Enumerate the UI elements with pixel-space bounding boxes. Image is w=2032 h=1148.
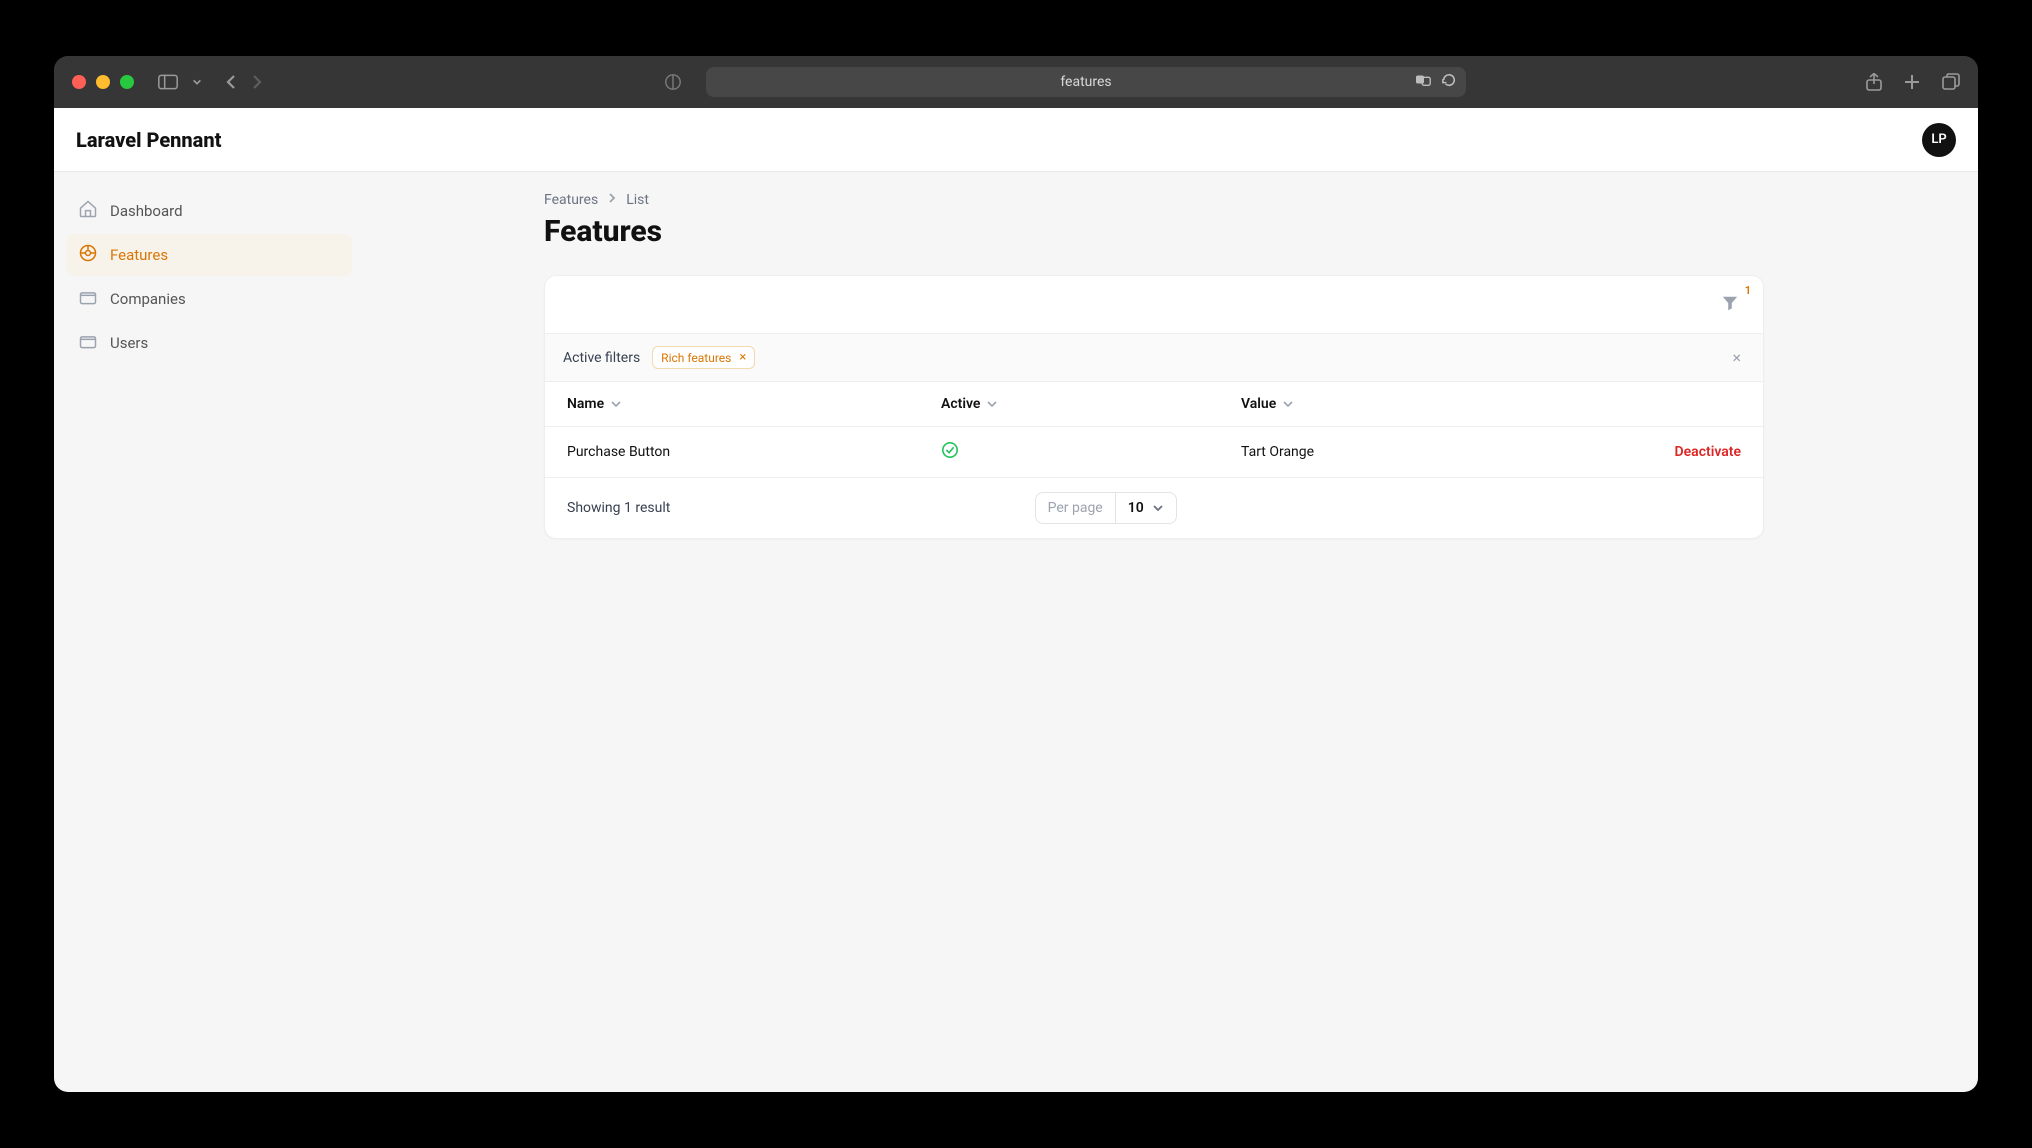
per-page-value[interactable]: 10 (1116, 493, 1176, 523)
filter-chip-rich-features[interactable]: Rich features × (652, 346, 755, 369)
main-content: Features List Features 1 Ac (364, 172, 1978, 1092)
check-circle-icon (941, 447, 959, 463)
sidebar: Dashboard Features Companies (54, 172, 364, 1092)
window-controls (72, 75, 134, 89)
column-header-name[interactable]: Name (567, 396, 941, 412)
cell-name[interactable]: Purchase Button (567, 444, 941, 460)
table-footer: Showing 1 result Per page 10 (545, 478, 1763, 538)
new-tab-icon[interactable] (1904, 74, 1920, 90)
tabs-overview-icon[interactable] (1942, 73, 1960, 91)
home-icon (78, 199, 98, 223)
column-label: Active (941, 396, 980, 412)
breadcrumb: Features List (544, 192, 1942, 208)
app-body: Dashboard Features Companies (54, 172, 1978, 1092)
per-page-selector: Per page 10 (1035, 492, 1177, 524)
browser-window: features (54, 56, 1978, 1092)
cell-active (941, 441, 1241, 463)
brand-title: Laravel Pennant (76, 128, 221, 152)
sidebar-item-dashboard[interactable]: Dashboard (66, 190, 352, 232)
forward-button[interactable] (250, 74, 264, 90)
sidebar-item-label: Companies (110, 290, 186, 308)
breadcrumb-root[interactable]: Features (544, 192, 598, 208)
result-count: Showing 1 result (567, 500, 670, 516)
sidebar-toggle-icon[interactable] (158, 74, 178, 90)
card-toolbar: 1 (545, 276, 1763, 334)
column-label: Value (1241, 396, 1276, 412)
close-window-button[interactable] (72, 75, 86, 89)
sidebar-item-label: Users (110, 334, 148, 352)
avatar[interactable]: LP (1922, 123, 1956, 157)
table-row: Purchase Button Tart Orange Deactivate (545, 427, 1763, 478)
chevron-right-icon (606, 192, 618, 208)
active-filters-bar: Active filters Rich features × × (545, 334, 1763, 382)
cell-value: Tart Orange (1241, 444, 1541, 460)
chrome-right-controls (1866, 73, 1960, 91)
app-viewport: Laravel Pennant LP Dashboard Features (54, 108, 1978, 1092)
clear-filters-button[interactable]: × (1728, 344, 1745, 371)
browser-chrome: features (54, 56, 1978, 108)
sidebar-item-features[interactable]: Features (66, 234, 352, 276)
address-section: features (314, 67, 1816, 97)
url-text: features (1060, 74, 1111, 90)
per-page-number: 10 (1128, 500, 1144, 516)
sidebar-item-companies[interactable]: Companies (66, 278, 352, 320)
minimize-window-button[interactable] (96, 75, 110, 89)
chevron-down-icon[interactable] (192, 77, 202, 87)
filter-count-badge: 1 (1745, 284, 1751, 297)
deactivate-button[interactable]: Deactivate (1541, 444, 1741, 460)
active-filters-label: Active filters (563, 350, 640, 366)
sidebar-item-label: Dashboard (110, 202, 183, 220)
privacy-shield-icon[interactable] (664, 73, 682, 91)
column-header-value[interactable]: Value (1241, 396, 1541, 412)
reload-icon[interactable] (1442, 73, 1456, 91)
box-icon (78, 287, 98, 311)
features-card: 1 Active filters Rich features × × N (544, 275, 1764, 539)
column-label: Name (567, 396, 604, 412)
per-page-label: Per page (1036, 493, 1116, 523)
app-header: Laravel Pennant LP (54, 108, 1978, 172)
filter-chip-label: Rich features (661, 351, 731, 365)
page-title: Features (544, 214, 1942, 249)
filter-button[interactable]: 1 (1715, 288, 1745, 322)
maximize-window-button[interactable] (120, 75, 134, 89)
column-header-active[interactable]: Active (941, 396, 1241, 412)
back-button[interactable] (224, 74, 238, 90)
sidebar-item-label: Features (110, 246, 168, 264)
sidebar-item-users[interactable]: Users (66, 322, 352, 364)
close-icon: × (739, 350, 746, 365)
steering-icon (78, 243, 98, 267)
share-icon[interactable] (1866, 73, 1882, 91)
nav-arrows (224, 74, 264, 90)
table-header: Name Active Value (545, 382, 1763, 427)
chevron-down-icon (1152, 502, 1164, 514)
box-icon (78, 331, 98, 355)
breadcrumb-leaf[interactable]: List (626, 192, 649, 208)
translate-icon[interactable] (1416, 73, 1432, 91)
url-bar[interactable]: features (706, 67, 1466, 97)
